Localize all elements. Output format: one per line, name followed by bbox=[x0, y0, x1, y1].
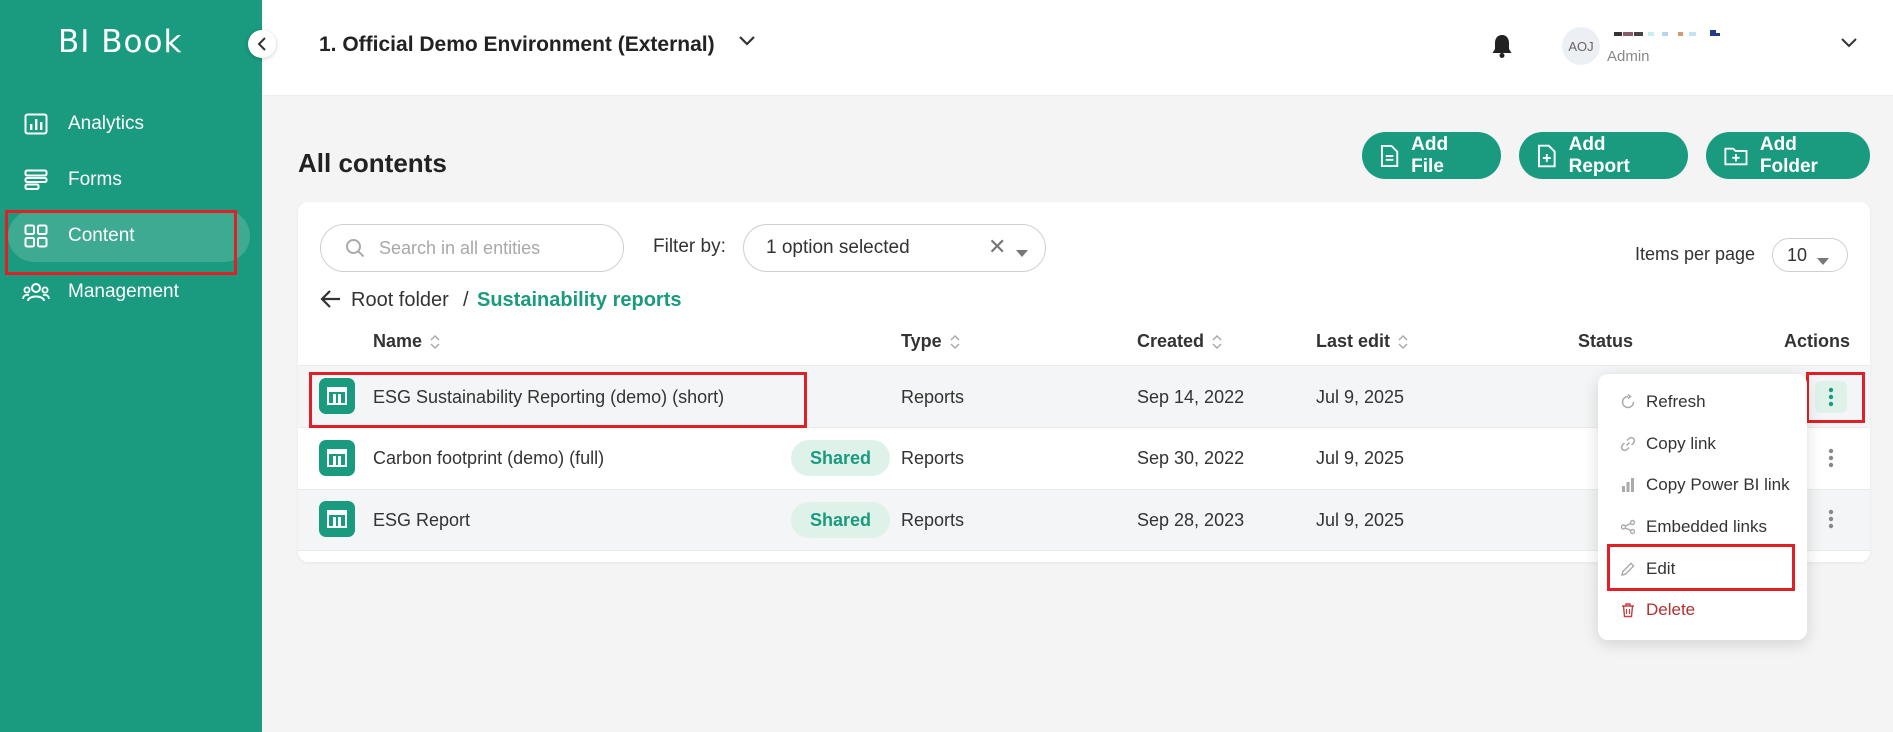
user-name-redacted bbox=[1614, 30, 1720, 36]
chevron-left-icon bbox=[257, 37, 266, 51]
sidebar-item-content[interactable]: Content bbox=[8, 210, 250, 262]
sidebar-item-label: Content bbox=[68, 225, 135, 246]
menu-item-delete[interactable]: Delete bbox=[1598, 590, 1807, 630]
add-folder-button[interactable]: Add Folder bbox=[1706, 132, 1870, 179]
report-icon bbox=[319, 501, 355, 537]
row-type: Reports bbox=[901, 387, 965, 407]
menu-item-edit[interactable]: Edit bbox=[1598, 549, 1807, 589]
add-file-button[interactable]: Add File bbox=[1362, 132, 1501, 179]
sidebar-collapse-button[interactable] bbox=[248, 30, 276, 58]
menu-item-copy-link[interactable]: Copy link bbox=[1598, 424, 1807, 464]
clear-filter-icon[interactable]: ✕ bbox=[988, 234, 1006, 260]
row-name[interactable]: ESG Sustainability Reporting (demo) (sho… bbox=[373, 387, 724, 408]
search-box[interactable] bbox=[320, 224, 624, 272]
caret-down-icon[interactable] bbox=[1016, 244, 1028, 262]
users-icon bbox=[22, 278, 50, 306]
filter-label: Filter by: bbox=[653, 236, 726, 257]
menu-item-embedded-links[interactable]: Embedded links bbox=[1598, 507, 1807, 547]
menu-item-copy-power-bi-link[interactable]: Copy Power BI link bbox=[1598, 465, 1807, 505]
breadcrumb-current: Sustainability reports bbox=[477, 289, 682, 311]
shared-badge: Shared bbox=[791, 440, 891, 476]
power-bi-icon bbox=[1622, 478, 1634, 492]
chevron-down-icon[interactable] bbox=[738, 34, 756, 52]
column-header-name[interactable]: Name bbox=[373, 331, 440, 352]
row-last-edit: Jul 9, 2025 bbox=[1316, 448, 1405, 468]
sidebar-item-label: Management bbox=[68, 281, 179, 302]
sidebar-item-forms[interactable]: Forms bbox=[8, 154, 250, 206]
link-icon bbox=[1620, 436, 1636, 452]
more-vertical-icon bbox=[1828, 448, 1834, 468]
items-per-page-select[interactable]: 10 bbox=[1772, 238, 1848, 272]
content-grid-icon bbox=[22, 222, 50, 250]
sidebar-item-management[interactable]: Management bbox=[8, 266, 250, 318]
row-created: Sep 28, 2023 bbox=[1137, 510, 1245, 530]
row-name[interactable]: ESG Report bbox=[373, 510, 470, 531]
report-icon bbox=[319, 378, 355, 414]
sidebar: BI Book Analytics Forms Content Manageme… bbox=[0, 0, 262, 732]
sidebar-item-label: Analytics bbox=[68, 113, 145, 134]
environment-selector[interactable]: 1. Official Demo Environment (External) bbox=[319, 33, 715, 57]
topbar: 1. Official Demo Environment (External) … bbox=[262, 0, 1893, 96]
row-created: Sep 14, 2022 bbox=[1137, 387, 1245, 407]
row-type: Reports bbox=[901, 510, 965, 530]
trash-icon bbox=[1622, 603, 1634, 618]
search-icon bbox=[346, 239, 365, 258]
share-icon bbox=[1620, 519, 1636, 535]
sort-icon bbox=[1398, 334, 1408, 349]
column-header-type[interactable]: Type bbox=[901, 331, 960, 352]
refresh-icon bbox=[1621, 394, 1635, 409]
analytics-icon bbox=[22, 110, 50, 138]
page-title: All contents bbox=[298, 148, 447, 178]
row-type: Reports bbox=[901, 448, 965, 468]
app-logo: BI Book bbox=[58, 24, 183, 60]
filter-value: 1 option selected bbox=[766, 237, 910, 258]
items-per-page-label: Items per page bbox=[1635, 244, 1756, 264]
add-folder-icon bbox=[1724, 147, 1748, 165]
sort-icon bbox=[430, 334, 440, 349]
row-last-edit: Jul 9, 2025 bbox=[1316, 387, 1405, 407]
row-last-edit: Jul 9, 2025 bbox=[1316, 510, 1405, 530]
row-context-menu: Refresh Copy link Copy Power BI link Emb… bbox=[1598, 374, 1807, 640]
back-arrow-icon[interactable] bbox=[320, 289, 342, 314]
search-input[interactable] bbox=[379, 237, 599, 259]
forms-icon bbox=[22, 166, 50, 194]
user-role: Admin bbox=[1607, 48, 1650, 65]
user-menu-chevron-icon[interactable] bbox=[1840, 36, 1858, 54]
add-report-icon bbox=[1537, 144, 1556, 167]
caret-down-icon[interactable] bbox=[1817, 252, 1829, 270]
breadcrumb-root[interactable]: Root folder bbox=[351, 289, 449, 312]
column-header-status: Status bbox=[1578, 331, 1634, 351]
sort-icon bbox=[1212, 334, 1222, 349]
row-actions-button[interactable] bbox=[1815, 503, 1847, 535]
row-actions-button[interactable] bbox=[1815, 442, 1847, 474]
row-name[interactable]: Carbon footprint (demo) (full) bbox=[373, 448, 604, 469]
add-report-button[interactable]: Add Report bbox=[1519, 132, 1688, 179]
more-vertical-icon bbox=[1828, 387, 1834, 407]
file-icon bbox=[1380, 144, 1399, 167]
report-icon bbox=[319, 440, 355, 476]
menu-item-refresh[interactable]: Refresh bbox=[1598, 382, 1807, 422]
sidebar-item-analytics[interactable]: Analytics bbox=[8, 98, 250, 150]
breadcrumb-separator: / bbox=[463, 289, 469, 311]
notification-bell-icon[interactable] bbox=[1491, 33, 1513, 64]
sort-icon bbox=[950, 334, 960, 349]
shared-badge: Shared bbox=[791, 502, 891, 538]
column-header-created[interactable]: Created bbox=[1137, 331, 1222, 352]
avatar[interactable]: AOJ bbox=[1562, 27, 1600, 65]
pencil-icon bbox=[1621, 562, 1635, 576]
row-created: Sep 30, 2022 bbox=[1137, 448, 1245, 468]
more-vertical-icon bbox=[1828, 509, 1834, 529]
row-actions-button[interactable] bbox=[1815, 381, 1847, 413]
column-header-last-edit[interactable]: Last edit bbox=[1316, 331, 1408, 352]
sidebar-item-label: Forms bbox=[68, 169, 122, 190]
column-header-actions: Actions bbox=[1784, 331, 1851, 351]
